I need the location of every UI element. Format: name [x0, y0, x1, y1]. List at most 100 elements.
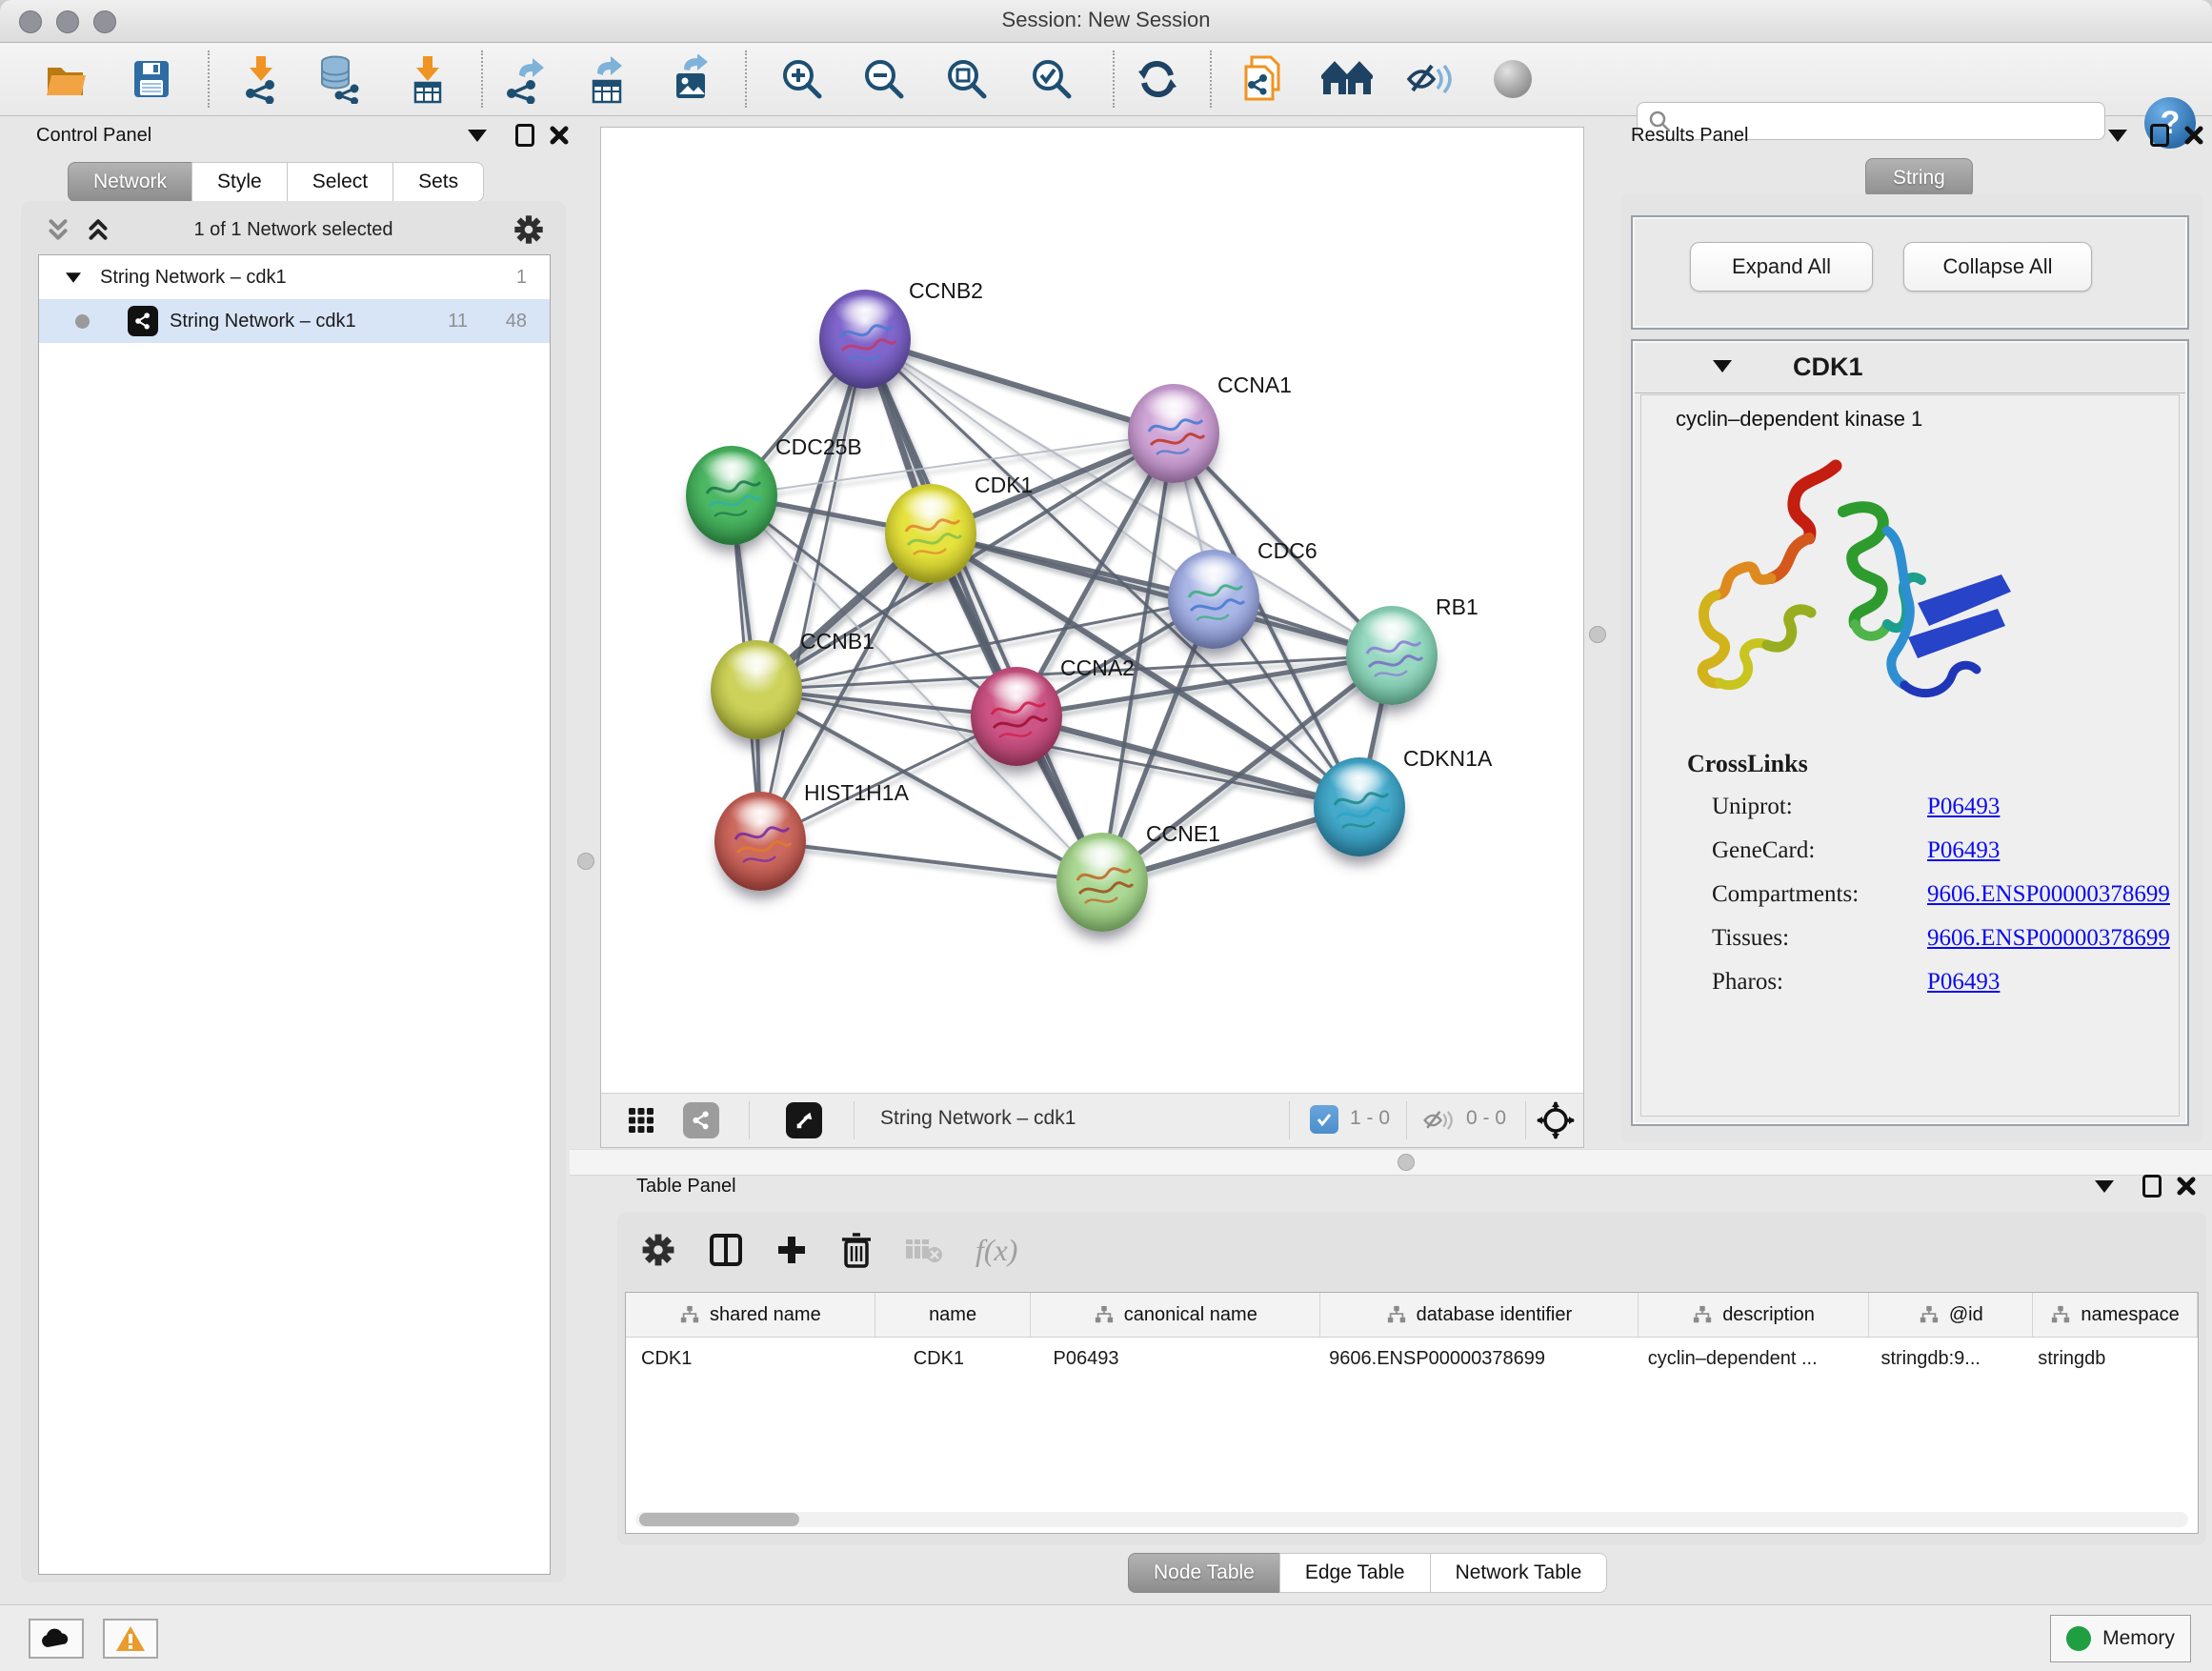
- cell-namespace[interactable]: stringdb: [2033, 1338, 2198, 1379]
- save-session-button[interactable]: [125, 52, 178, 106]
- gene-expander-icon[interactable]: [1713, 360, 1732, 372]
- horizontal-splitter[interactable]: [570, 1149, 2212, 1176]
- cell-database-identifier[interactable]: 9606.ENSP00000378699: [1320, 1338, 1639, 1379]
- show-all-button[interactable]: [1486, 52, 1539, 106]
- network-view-toolbar: String Network – cdk1 1 - 0 0 - 0: [601, 1093, 1583, 1147]
- new-network-from-selection-button[interactable]: [1235, 52, 1288, 106]
- node-cdc6[interactable]: [1168, 550, 1259, 649]
- first-neighbors-button[interactable]: [1320, 52, 1374, 106]
- network-share-icon[interactable]: [683, 1102, 719, 1138]
- float-panel-icon[interactable]: [513, 123, 537, 148]
- collection-expander-icon[interactable]: [66, 272, 81, 282]
- node-hist1h1a[interactable]: [714, 792, 806, 891]
- close-panel-icon[interactable]: [2182, 123, 2206, 148]
- grid-view-icon[interactable]: [628, 1107, 654, 1134]
- memory-button[interactable]: Memory: [2050, 1615, 2191, 1662]
- expand-all-button[interactable]: Expand All: [1690, 242, 1873, 292]
- node-ccnb2[interactable]: [819, 290, 911, 389]
- add-column-icon[interactable]: [775, 1234, 808, 1266]
- node-ccna1[interactable]: [1128, 384, 1219, 483]
- import-network-button[interactable]: [233, 52, 287, 106]
- collapse-panel-icon[interactable]: [2105, 123, 2130, 148]
- column-header-canonical-name[interactable]: canonical name: [1031, 1293, 1320, 1337]
- import-network-from-database-button[interactable]: [312, 52, 366, 106]
- tab-sets[interactable]: Sets: [392, 162, 484, 202]
- horizontal-scrollbar[interactable]: [635, 1512, 2188, 1527]
- tab-node-table[interactable]: Node Table: [1128, 1553, 1280, 1593]
- tab-network[interactable]: Network: [68, 162, 192, 202]
- zoom-selected-button[interactable]: [1025, 52, 1078, 106]
- network-label: String Network – cdk1: [170, 311, 356, 332]
- crosslink-pharos[interactable]: P06493: [1927, 969, 2000, 996]
- node-cdk1[interactable]: [885, 484, 976, 583]
- gene-header[interactable]: CDK1: [1635, 343, 2185, 393]
- import-table-button[interactable]: [400, 52, 453, 106]
- right-splitter-handle[interactable]: [1589, 626, 1606, 643]
- close-panel-icon[interactable]: [2174, 1174, 2199, 1198]
- status-bar: Memory: [0, 1604, 2212, 1671]
- cloud-status-button[interactable]: [29, 1619, 84, 1659]
- column-header-@id[interactable]: @id: [1869, 1293, 2033, 1337]
- cell-shared-name[interactable]: CDK1: [626, 1338, 875, 1379]
- export-table-button[interactable]: [580, 52, 633, 106]
- node-cdkn1a[interactable]: [1314, 757, 1405, 856]
- column-header-namespace[interactable]: namespace: [2033, 1293, 2198, 1337]
- network-row[interactable]: String Network – cdk1 11 48: [39, 299, 550, 343]
- delete-column-icon[interactable]: [840, 1232, 873, 1268]
- zoom-out-button[interactable]: [857, 52, 911, 106]
- apply-preferred-layout-button[interactable]: [1131, 52, 1184, 106]
- left-splitter-handle[interactable]: [577, 853, 594, 870]
- hide-selected-button[interactable]: [1403, 52, 1457, 106]
- crosslink-genecard[interactable]: P06493: [1927, 837, 2000, 864]
- node-ccne1[interactable]: [1056, 833, 1148, 932]
- table-row[interactable]: CDK1CDK1P064939606.ENSP00000378699cyclin…: [626, 1338, 2198, 1379]
- crosslink-compartments[interactable]: 9606.ENSP00000378699: [1927, 881, 2170, 908]
- gene-body: cyclin–dependent kinase 1: [1640, 394, 2180, 1117]
- crosslink-tissues[interactable]: 9606.ENSP00000378699: [1927, 925, 2170, 952]
- birdseye-view-icon[interactable]: [786, 1102, 822, 1138]
- cell-canonical-name[interactable]: P06493: [1032, 1338, 1321, 1379]
- collapse-panel-icon[interactable]: [465, 123, 490, 148]
- float-panel-icon[interactable]: [2140, 1174, 2164, 1198]
- cell-name[interactable]: CDK1: [875, 1338, 1032, 1379]
- export-network-button[interactable]: [498, 52, 552, 106]
- tab-edge-table[interactable]: Edge Table: [1279, 1553, 1431, 1593]
- tab-select[interactable]: Select: [287, 162, 393, 202]
- column-header-name[interactable]: name: [875, 1293, 1032, 1337]
- tab-network-table[interactable]: Network Table: [1430, 1553, 1608, 1593]
- network-collection-row[interactable]: String Network – cdk1 1: [39, 255, 550, 299]
- warnings-button[interactable]: [103, 1619, 158, 1659]
- scrollbar-thumb[interactable]: [639, 1513, 799, 1526]
- horizontal-splitter-handle[interactable]: [1398, 1154, 1415, 1171]
- toolbar-separator: [208, 50, 210, 108]
- column-header-description[interactable]: description: [1639, 1293, 1870, 1337]
- node-ccna2[interactable]: [971, 667, 1062, 766]
- column-header-database-identifier[interactable]: database identifier: [1320, 1293, 1639, 1337]
- import-network-icon: [237, 54, 283, 104]
- network-canvas[interactable]: CCNB2CCNA1CDC25BCDK1CDC6RB1CCNB1CCNA2CDK…: [601, 128, 1585, 1095]
- column-header-shared-name[interactable]: shared name: [626, 1293, 875, 1337]
- results-panel-title: Results Panel: [1631, 125, 1748, 147]
- cell-description[interactable]: cyclin–dependent ...: [1639, 1338, 1870, 1379]
- zoom-fit-button[interactable]: [940, 52, 994, 106]
- close-panel-icon[interactable]: [547, 123, 572, 148]
- float-panel-icon[interactable]: [2147, 123, 2172, 148]
- fit-selection-crosshair-icon[interactable]: [1537, 1101, 1575, 1139]
- export-image-button[interactable]: [665, 52, 718, 106]
- show-columns-icon[interactable]: [709, 1233, 743, 1267]
- collapse-all-button[interactable]: Collapse All: [1903, 242, 2092, 292]
- network-options-gear-icon[interactable]: [513, 213, 545, 246]
- node-rb1[interactable]: [1346, 606, 1438, 705]
- table-options-gear-icon[interactable]: [640, 1232, 676, 1268]
- collapse-panel-icon[interactable]: [2092, 1174, 2117, 1198]
- zoom-in-button[interactable]: [775, 52, 829, 106]
- cell-@id[interactable]: stringdb:9...: [1869, 1338, 2033, 1379]
- tab-style[interactable]: Style: [191, 162, 288, 202]
- node-cdc25b[interactable]: [686, 446, 777, 545]
- delete-table-icon: [905, 1236, 943, 1264]
- node-ccnb1[interactable]: [711, 640, 802, 739]
- tab-string[interactable]: String: [1865, 158, 1973, 198]
- crosslink-uniprot[interactable]: P06493: [1927, 794, 2000, 820]
- open-session-button[interactable]: [40, 52, 93, 106]
- selected-nodes-checkbox[interactable]: [1310, 1105, 1338, 1134]
